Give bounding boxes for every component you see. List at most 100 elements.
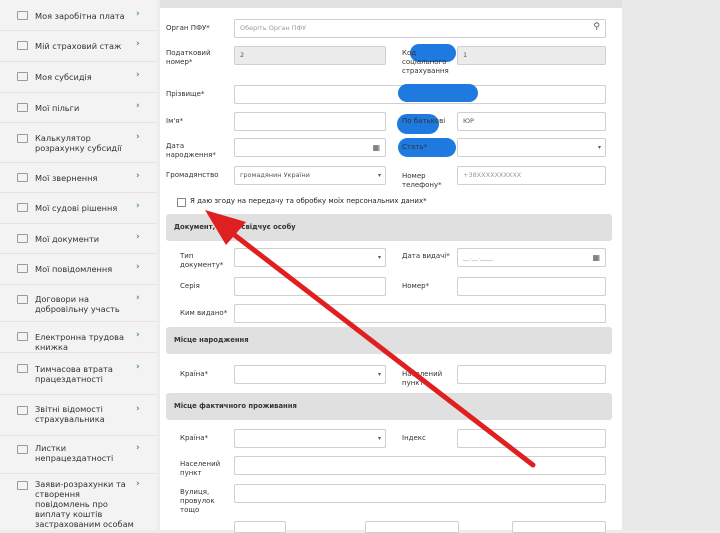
sidebar-item-notifications[interactable]: Мої повідомлення › <box>0 253 157 285</box>
issue-date-label: Дата видачі* <box>402 252 450 260</box>
series-input[interactable] <box>234 277 386 296</box>
sidebar-item-subsidy[interactable]: Моя субсидія › <box>0 61 157 93</box>
citizenship-value: громадянин України <box>240 171 310 179</box>
book-icon <box>17 481 28 490</box>
chevron-right-icon: › <box>136 362 140 372</box>
tax-number-field[interactable]: 2 <box>234 46 386 65</box>
chevron-right-icon: › <box>136 70 140 80</box>
insurance-code-value: 1 <box>463 51 468 59</box>
tax-number-label: Податковий номер* <box>166 49 211 66</box>
phone-label: Номер телефону* <box>402 172 442 189</box>
first-name-input[interactable] <box>234 112 386 131</box>
chevron-down-icon: ▾ <box>597 144 601 151</box>
birth-place-section-title: Місце народження <box>174 336 249 344</box>
citizenship-select[interactable]: громадянин України ▾ <box>234 166 386 185</box>
phone-placeholder: +38XXXXXXXXXX <box>463 171 522 179</box>
book-icon <box>17 364 28 373</box>
postal-index-label: Індекс <box>402 434 426 442</box>
chevron-right-icon: › <box>136 262 140 272</box>
sidebar-item-voluntary-contracts[interactable]: Договори на добровільну участь › <box>0 284 157 322</box>
search-icon: ⚲ <box>593 22 600 32</box>
chevron-right-icon: › <box>136 132 140 142</box>
organ-pfu-placeholder: Оберіть Орган ПФУ <box>240 24 307 32</box>
patronymic-input[interactable]: ЮР <box>457 112 606 131</box>
contract-icon <box>17 295 28 304</box>
residence-country-select[interactable]: ▾ <box>234 429 386 448</box>
document-icon <box>17 203 28 212</box>
issue-date-placeholder: __.__.____ <box>463 253 494 261</box>
sidebar-item-appeals[interactable]: Мої звернення › <box>0 162 157 193</box>
document-icon <box>17 234 28 243</box>
identity-document-section-title: Документ, що посвідчує особу <box>174 223 296 231</box>
sidebar-item-label: Мої пільги <box>35 103 80 113</box>
residence-settlement-input[interactable] <box>234 456 606 475</box>
postal-index-input[interactable] <box>457 429 606 448</box>
birth-date-label: Дата народження* <box>166 142 216 159</box>
sidebar-item-payment-applications[interactable]: Заяви-розрахунки та створення повідомлен… <box>0 473 157 530</box>
sidebar-item-label: Листки непрацездатності <box>35 443 114 463</box>
street-label: Вулиця, провулок тощо <box>180 488 215 514</box>
sidebar-item-label: Заяви-розрахунки та створення повідомлен… <box>35 479 134 529</box>
building-input[interactable] <box>365 521 459 533</box>
section-header <box>160 0 622 8</box>
tax-number-value: 2 <box>240 51 245 59</box>
chevron-right-icon: › <box>136 101 140 111</box>
sidebar-item-label: Тимчасова втрата працездатності <box>35 364 113 384</box>
sidebar-item-label: Звітні відомості страхувальника <box>35 404 105 424</box>
chevron-right-icon: › <box>136 232 140 242</box>
calendar-icon: ▦ <box>592 253 600 262</box>
chevron-right-icon: › <box>136 330 140 340</box>
calendar-icon <box>17 41 28 50</box>
chevron-right-icon: › <box>136 171 140 181</box>
sidebar-item-court-decisions[interactable]: Мої судові рішення › <box>0 192 157 224</box>
sidebar-item-salary[interactable]: Моя заробітна плата › <box>0 0 157 31</box>
document-type-select[interactable]: ▾ <box>234 248 386 267</box>
sidebar-item-temporary-disability[interactable]: Тимчасова втрата працездатності › <box>0 352 157 395</box>
sex-select[interactable]: ▾ <box>457 138 606 157</box>
country-select[interactable]: ▾ <box>234 365 386 384</box>
report-icon <box>17 406 28 415</box>
organ-pfu-label: Орган ПФУ* <box>166 24 210 32</box>
sidebar-item-e-workbook[interactable]: Електронна трудова книжка › <box>0 321 157 353</box>
chevron-down-icon: ▾ <box>377 371 381 378</box>
house-input[interactable] <box>234 521 286 533</box>
apartment-input[interactable] <box>512 521 606 533</box>
grid-icon <box>17 72 28 81</box>
phone-input[interactable]: +38XXXXXXXXXX <box>457 166 606 185</box>
settlement-input[interactable] <box>457 365 606 384</box>
application-form: Орган ПФУ* Оберіть Орган ПФУ ⚲ Податкови… <box>160 0 677 533</box>
number-input[interactable] <box>457 277 606 296</box>
organ-pfu-select[interactable]: Оберіть Орган ПФУ ⚲ <box>234 19 606 38</box>
sidebar-item-sick-leave[interactable]: Листки непрацездатності › <box>0 435 157 474</box>
sidebar-item-label: Мої звернення <box>35 173 98 183</box>
sex-label: Стать* <box>402 143 427 151</box>
chevron-right-icon: › <box>136 479 140 489</box>
sidebar-item-label: Моя субсидія <box>35 72 92 82</box>
envelope-icon <box>17 264 28 273</box>
sidebar-item-subsidy-calculator[interactable]: Калькулятор розрахунку субсидії › <box>0 122 157 163</box>
patronymic-label: По батькові <box>402 117 446 125</box>
calculator-icon <box>17 134 28 143</box>
residence-country-label: Країна* <box>180 434 209 442</box>
sidebar-item-insurance-experience[interactable]: Мій страховий стаж › <box>0 30 157 62</box>
chevron-down-icon: ▾ <box>377 254 381 261</box>
chevron-down-icon: ▾ <box>377 172 381 179</box>
issue-date-input[interactable]: __.__.____ ▦ <box>457 248 606 267</box>
sidebar-item-benefits[interactable]: Мої пільги › <box>0 92 157 123</box>
message-icon <box>17 173 28 182</box>
sidebar-item-documents[interactable]: Мої документи › <box>0 223 157 254</box>
issued-by-label: Ким видано* <box>180 309 228 317</box>
consent-checkbox[interactable] <box>177 198 186 207</box>
sidebar-item-insurer-reports[interactable]: Звітні відомості страхувальника › <box>0 394 157 436</box>
document-type-label: Тип документу* <box>180 252 224 269</box>
salary-icon <box>17 11 28 20</box>
street-input[interactable] <box>234 484 606 503</box>
residence-section-title: Місце фактичного проживання <box>174 402 297 410</box>
chevron-down-icon: ▾ <box>377 435 381 442</box>
insurance-code-field[interactable]: 1 <box>457 46 606 65</box>
chevron-right-icon: › <box>136 201 140 211</box>
sidebar-item-label: Калькулятор розрахунку субсидії <box>35 133 122 153</box>
birth-date-input[interactable]: ▦ <box>234 138 386 157</box>
residence-section-header: Місце фактичного проживання <box>166 393 612 420</box>
issued-by-input[interactable] <box>234 304 606 323</box>
